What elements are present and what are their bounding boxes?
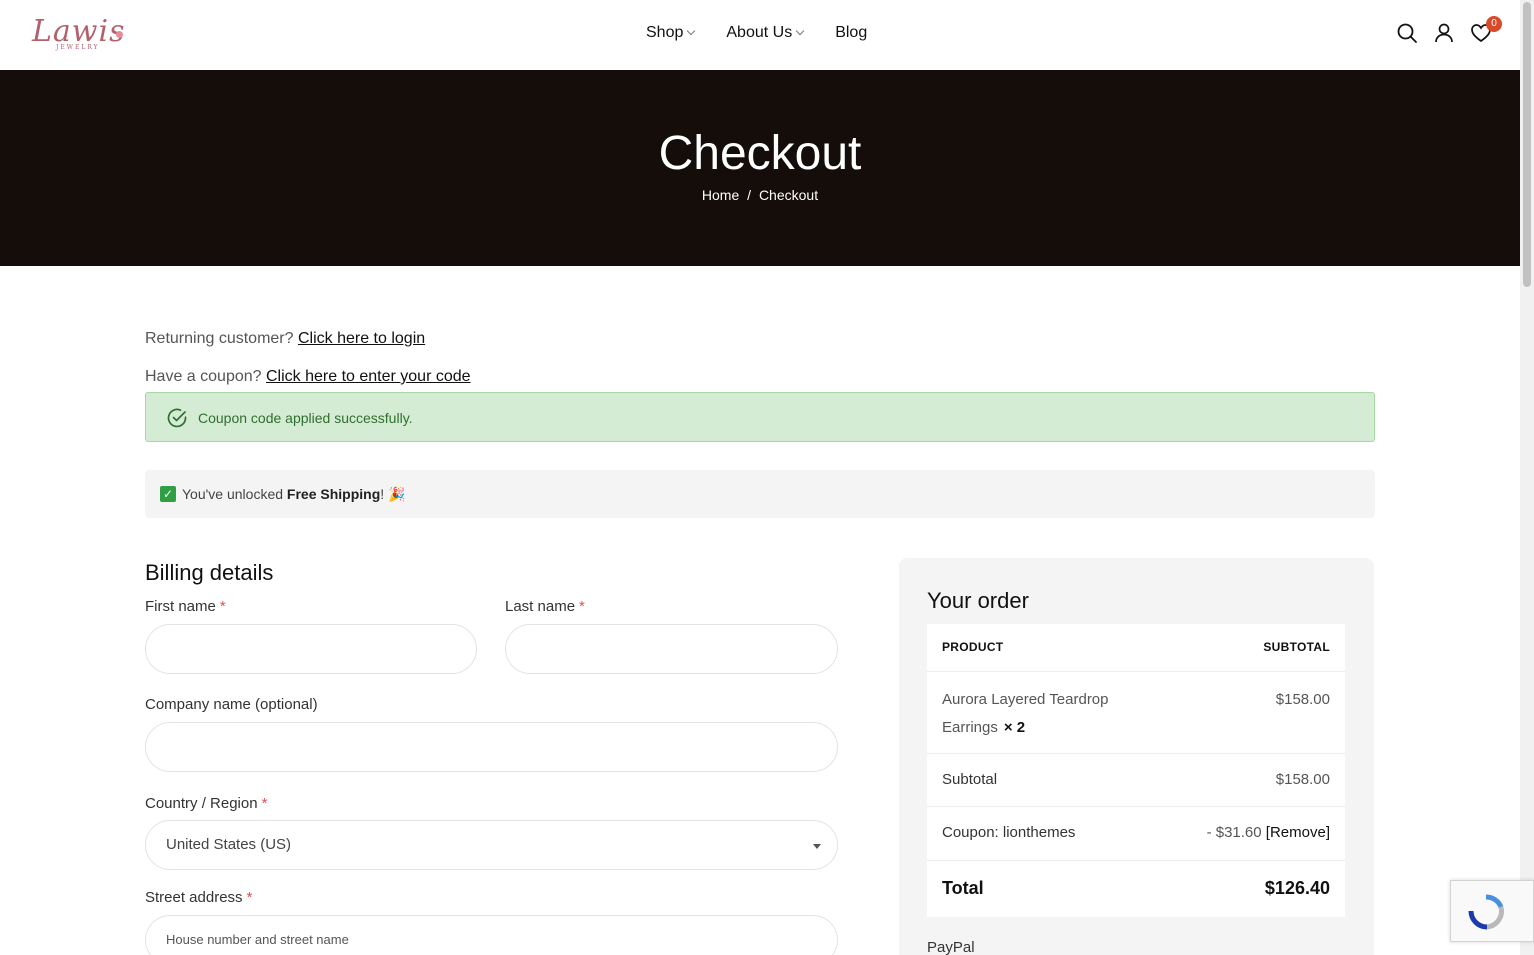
search-icon[interactable] bbox=[1396, 22, 1418, 44]
label-text: Country / Region bbox=[145, 795, 258, 812]
remove-coupon-link[interactable]: [Remove] bbox=[1266, 824, 1330, 841]
required-mark: * bbox=[579, 598, 585, 615]
page-hero: Checkout Home / Checkout bbox=[0, 70, 1520, 266]
nav-item-shop[interactable]: Shop bbox=[646, 24, 696, 42]
street-address-label: Street address * bbox=[145, 889, 252, 906]
coupon-label: Coupon: lionthemes bbox=[942, 824, 1076, 841]
user-icon[interactable] bbox=[1433, 22, 1455, 44]
coupon-discount: - $31.60 bbox=[1206, 824, 1262, 841]
shipping-prefix: You've unlocked bbox=[182, 486, 284, 502]
col-product-header: PRODUCT bbox=[942, 640, 1004, 654]
nav-item-about-us[interactable]: About Us bbox=[726, 24, 805, 42]
free-shipping-text: You've unlocked Free Shipping! 🎉 bbox=[182, 486, 405, 503]
shipping-suffix: ! 🎉 bbox=[380, 486, 406, 502]
breadcrumb-current: Checkout bbox=[758, 187, 819, 203]
street-address-input[interactable]: House number and street name bbox=[145, 915, 838, 955]
total-row: Total $126.40 bbox=[927, 861, 1345, 917]
total-label: Total bbox=[942, 878, 984, 898]
page-title: Checkout bbox=[658, 127, 862, 180]
brand-logo[interactable]: Lawis JEWELRY bbox=[32, 14, 124, 54]
check-mark-icon: ✓ bbox=[160, 486, 176, 502]
caret-down-icon bbox=[813, 844, 821, 849]
table-row: Aurora Layered Teardrop Earrings × 2 $158… bbox=[927, 672, 1345, 754]
label-text: First name bbox=[145, 598, 216, 615]
nav-label: Blog bbox=[835, 24, 868, 41]
company-name-input[interactable] bbox=[145, 722, 838, 772]
label-text: Street address bbox=[145, 889, 243, 906]
coupon-row: Coupon: lionthemes - $31.60 [Remove] bbox=[927, 807, 1345, 861]
header-actions: 0 bbox=[1396, 16, 1507, 44]
last-name-input[interactable] bbox=[505, 624, 838, 674]
item-name: Aurora Layered Teardrop Earrings × 2 bbox=[942, 686, 1142, 742]
required-mark: * bbox=[261, 795, 268, 812]
company-name-label: Company name (optional) bbox=[145, 696, 318, 713]
label-text: Company name (optional) bbox=[145, 696, 318, 713]
check-circle-icon bbox=[167, 408, 187, 428]
page-scrollbar[interactable] bbox=[1520, 0, 1534, 955]
recaptcha-badge[interactable] bbox=[1450, 880, 1534, 942]
nav-item-blog[interactable]: Blog bbox=[835, 24, 867, 42]
coupon-prompt-text: Have a coupon? bbox=[145, 368, 262, 385]
recaptcha-icon bbox=[1468, 894, 1504, 930]
login-link[interactable]: Click here to login bbox=[298, 330, 425, 347]
heart-icon[interactable]: 0 bbox=[1470, 16, 1502, 44]
order-table-header: PRODUCT SUBTOTAL bbox=[927, 624, 1345, 672]
site-header: Lawis JEWELRY Shop About Us Blog 0 bbox=[0, 0, 1520, 70]
product-qty: × 2 bbox=[1003, 719, 1026, 736]
country-label: Country / Region * bbox=[145, 795, 267, 812]
last-name-label: Last name * bbox=[505, 598, 585, 615]
coupon-success-message: Coupon code applied successfully. bbox=[145, 392, 1375, 442]
order-summary-panel: Your order PRODUCT SUBTOTAL Aurora Layer… bbox=[899, 558, 1374, 955]
country-selected-value: United States (US) bbox=[166, 836, 292, 853]
enter-coupon-link[interactable]: Click here to enter your code bbox=[266, 368, 471, 385]
shipping-bold: Free Shipping bbox=[286, 486, 381, 502]
subtotal-value: $158.00 bbox=[1275, 771, 1330, 788]
required-mark: * bbox=[219, 598, 226, 615]
street-placeholder: House number and street name bbox=[166, 932, 349, 947]
main-nav: Shop About Us Blog bbox=[646, 24, 899, 42]
total-value: $126.40 bbox=[1264, 878, 1330, 898]
subtotal-row: Subtotal $158.00 bbox=[927, 754, 1345, 807]
scrollbar-thumb[interactable] bbox=[1523, 2, 1531, 287]
logo-gem-icon bbox=[116, 31, 123, 38]
brand-tagline: JEWELRY bbox=[56, 44, 100, 51]
free-shipping-notice: ✓ You've unlocked Free Shipping! 🎉 bbox=[145, 470, 1375, 518]
item-price: $158.00 bbox=[1275, 691, 1330, 708]
success-text: Coupon code applied successfully. bbox=[198, 410, 413, 426]
breadcrumb-separator: / bbox=[747, 187, 752, 203]
breadcrumb-home-link[interactable]: Home bbox=[702, 187, 739, 203]
product-name: Aurora Layered Teardrop Earrings bbox=[942, 691, 1109, 736]
coupon-amount: - $31.60 [Remove] bbox=[1207, 824, 1330, 841]
chevron-down-icon bbox=[687, 26, 696, 36]
breadcrumb: Home / Checkout bbox=[0, 187, 1520, 203]
wishlist-count-badge: 0 bbox=[1486, 16, 1502, 32]
col-subtotal-header: SUBTOTAL bbox=[1263, 640, 1330, 654]
country-select[interactable]: United States (US) bbox=[145, 820, 838, 870]
first-name-input[interactable] bbox=[145, 624, 477, 674]
payment-method-paypal[interactable]: PayPal bbox=[927, 939, 975, 955]
coupon-notice: Have a coupon? Click here to enter your … bbox=[145, 368, 471, 386]
label-text: Last name bbox=[505, 598, 576, 615]
nav-label: About Us bbox=[726, 24, 793, 41]
order-title: Your order bbox=[927, 588, 1029, 613]
login-prompt-text: Returning customer? bbox=[145, 330, 294, 347]
first-name-label: First name * bbox=[145, 598, 226, 615]
chevron-down-icon bbox=[795, 26, 805, 36]
returning-customer-notice: Returning customer? Click here to login bbox=[145, 330, 425, 348]
order-table: PRODUCT SUBTOTAL Aurora Layered Teardrop… bbox=[927, 624, 1345, 917]
billing-details-title: Billing details bbox=[145, 560, 274, 585]
required-mark: * bbox=[246, 889, 253, 906]
subtotal-label: Subtotal bbox=[942, 771, 998, 788]
nav-label: Shop bbox=[646, 24, 684, 41]
